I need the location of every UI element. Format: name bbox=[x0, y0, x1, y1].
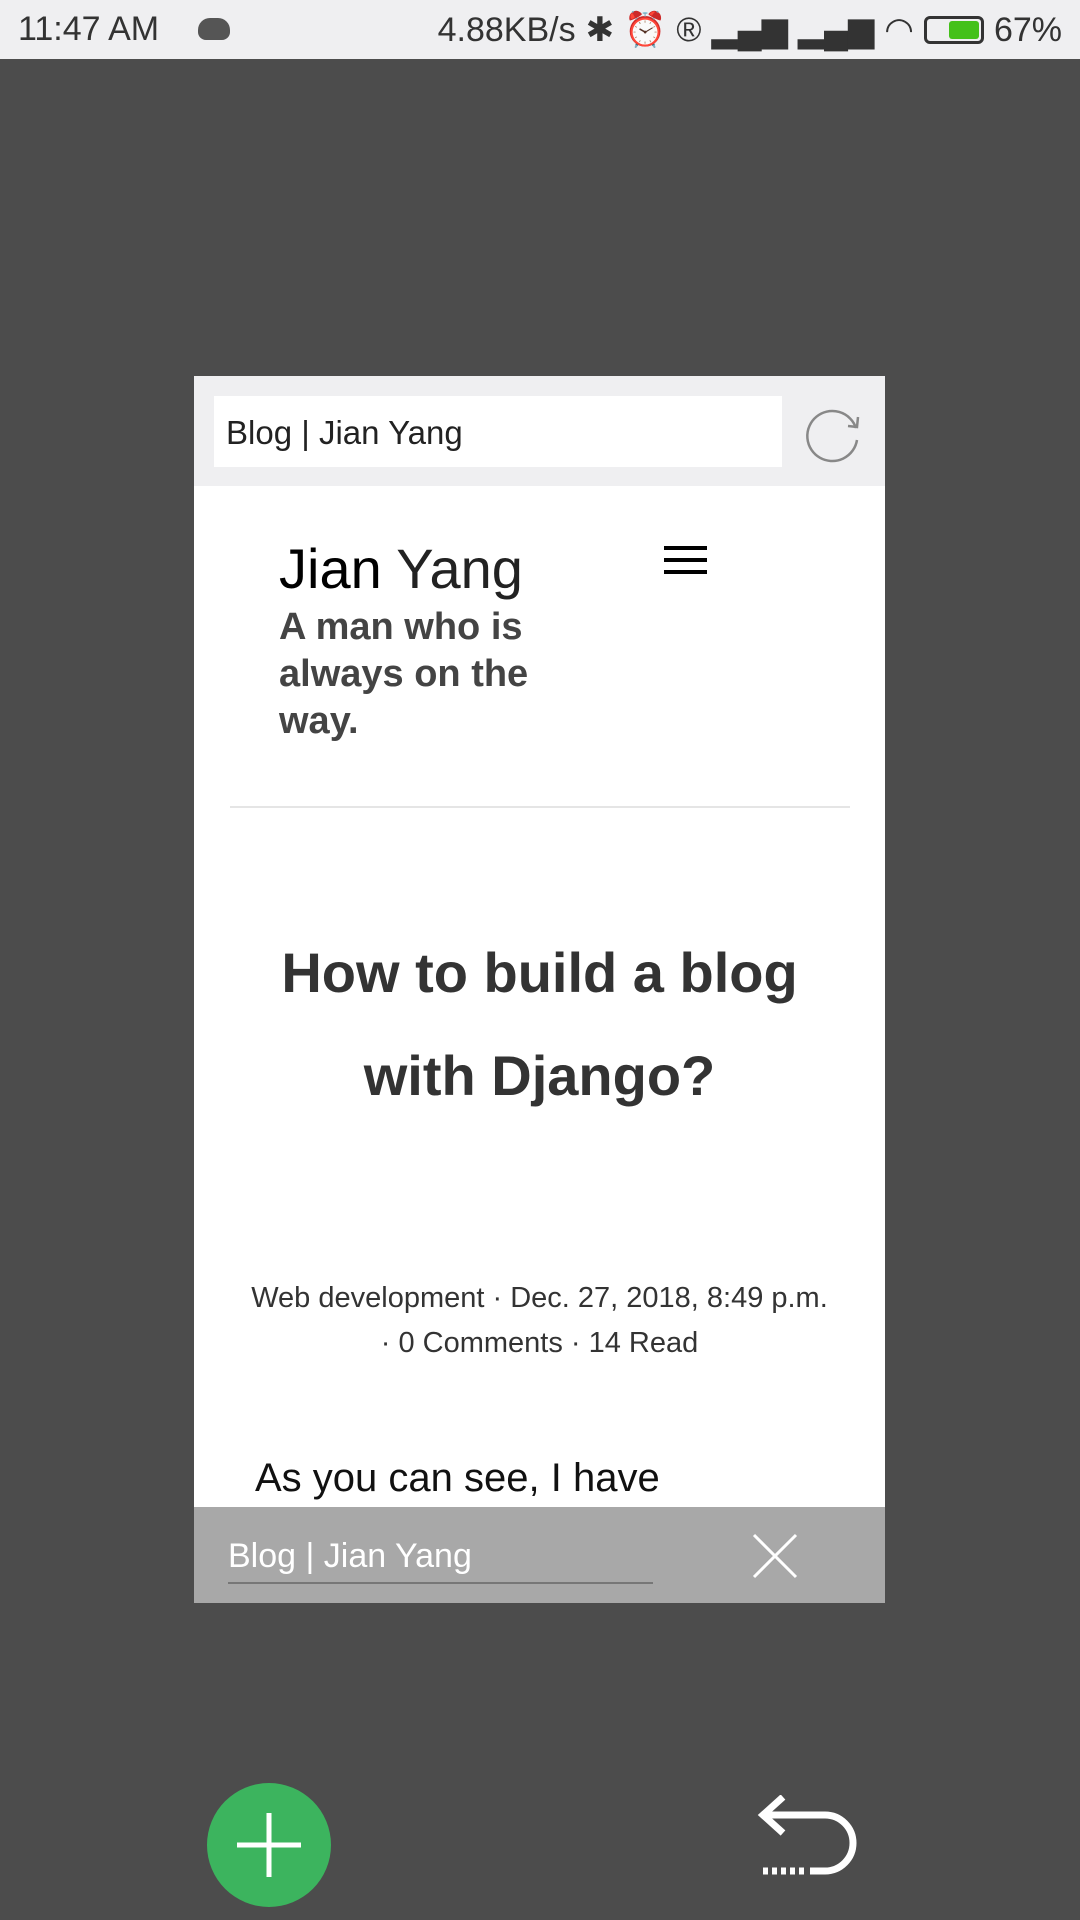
battery-percent: 67% bbox=[993, 10, 1062, 49]
url-strip: Blog | Jian Yang bbox=[194, 376, 885, 486]
plus-icon bbox=[237, 1813, 301, 1877]
url-input[interactable]: Blog | Jian Yang bbox=[214, 396, 782, 467]
tab-title[interactable]: Blog | Jian Yang bbox=[228, 1537, 653, 1584]
back-icon[interactable] bbox=[755, 1795, 865, 1885]
tab-bar: Blog | Jian Yang bbox=[194, 1507, 885, 1603]
close-icon[interactable] bbox=[752, 1533, 798, 1579]
net-speed: 4.88KB/s bbox=[437, 10, 576, 49]
tab-card[interactable]: Blog | Jian Yang Jian Yang A man who is … bbox=[194, 376, 885, 1603]
post-body: As you can see, I have bbox=[255, 1456, 660, 1500]
divider bbox=[230, 806, 850, 808]
site-tagline: A man who is always on the way. bbox=[279, 606, 529, 742]
signal-icon-2: ▂▄▆ bbox=[797, 11, 875, 49]
post-title: How to build a blog with Django? bbox=[281, 941, 798, 1107]
brand-last: Yang bbox=[396, 537, 523, 600]
refresh-icon[interactable] bbox=[804, 406, 862, 464]
bluetooth-icon: ✱ bbox=[585, 11, 615, 49]
post-meta: Web development · Dec. 27, 2018, 8:49 p.… bbox=[251, 1282, 828, 1359]
alarm-icon: ⏰ bbox=[624, 11, 667, 49]
wifi-icon: ◠ bbox=[884, 11, 914, 49]
site-brand[interactable]: Jian Yang bbox=[279, 536, 523, 601]
new-tab-button[interactable] bbox=[207, 1783, 331, 1907]
brand-first: Jian bbox=[279, 537, 382, 600]
menu-icon[interactable] bbox=[664, 546, 707, 574]
status-time: 11:47 AM bbox=[18, 10, 160, 48]
signal-icon: ▂▄▆ bbox=[711, 11, 788, 49]
battery-icon bbox=[923, 16, 984, 44]
registered-icon: ® bbox=[676, 10, 702, 49]
android-icon bbox=[198, 18, 230, 40]
status-bar: 11:47 AM 4.88KB/s ✱ ⏰ ® ▂▄▆ ▂▄▆ ◠ 67% bbox=[0, 0, 1080, 59]
